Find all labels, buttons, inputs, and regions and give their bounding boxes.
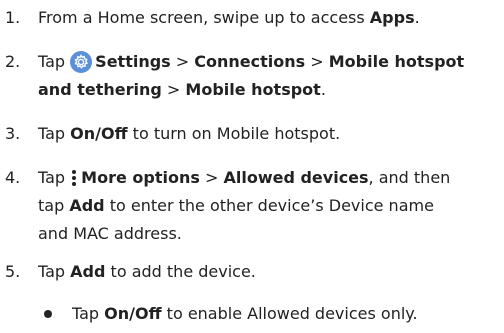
text: Tap (38, 124, 71, 143)
step-text: Tap On/Off to turn on Mobile hotspot. (38, 120, 504, 148)
step-text: Tap Add to add the device. (38, 258, 504, 286)
text: Tap (38, 52, 71, 71)
text: Tap (72, 304, 105, 323)
connections-term: Connections (194, 52, 306, 71)
bullet-icon (44, 310, 52, 318)
instruction-steps: 1. From a Home screen, swipe up to acces… (0, 0, 504, 333)
add-term: Add (69, 196, 105, 215)
more-options-term: More options (81, 168, 200, 187)
separator: > (199, 168, 224, 187)
mobile-hotspot-term: Mobile hotspot (185, 80, 321, 99)
text: , and then (368, 168, 451, 187)
text: to turn on Mobile hotspot. (127, 124, 341, 143)
settings-term: Settings (95, 52, 171, 71)
text: . (414, 8, 420, 27)
step-number: 3. (5, 124, 21, 143)
text: to add the device. (105, 262, 256, 281)
text: From a Home screen, swipe up to access (38, 8, 370, 27)
text: . (320, 80, 326, 99)
step-text: Tap Settings > Connections > Mobile hots… (38, 48, 504, 104)
on-off-term: On/Off (104, 304, 162, 323)
text: and MAC address. (38, 224, 182, 243)
step-text: From a Home screen, swipe up to access A… (38, 4, 504, 32)
step-number: 1. (5, 8, 21, 27)
separator: > (305, 52, 329, 71)
text: Tap (38, 262, 71, 281)
bullet-text: Tap On/Off to enable Allowed devices onl… (72, 300, 418, 328)
add-term: Add (70, 262, 106, 281)
allowed-devices-term: Allowed devices (223, 168, 369, 187)
step-number: 2. (5, 52, 21, 71)
apps-term: Apps (369, 8, 415, 27)
step-number: 5. (5, 262, 21, 281)
separator: > (170, 52, 195, 71)
text: tap (38, 196, 70, 215)
text: Tap (38, 168, 71, 187)
separator: > (161, 80, 186, 99)
step-text: Tap More options > Allowed devices, and … (38, 164, 504, 248)
mobile-hotspot-term: Mobile hotspot (328, 52, 465, 71)
tethering-term: and tethering (38, 80, 162, 99)
text: to enter the other device’s Device name (104, 196, 434, 215)
step-number: 4. (5, 168, 21, 187)
on-off-term: On/Off (70, 124, 128, 143)
text: to enable Allowed devices only. (161, 304, 418, 323)
